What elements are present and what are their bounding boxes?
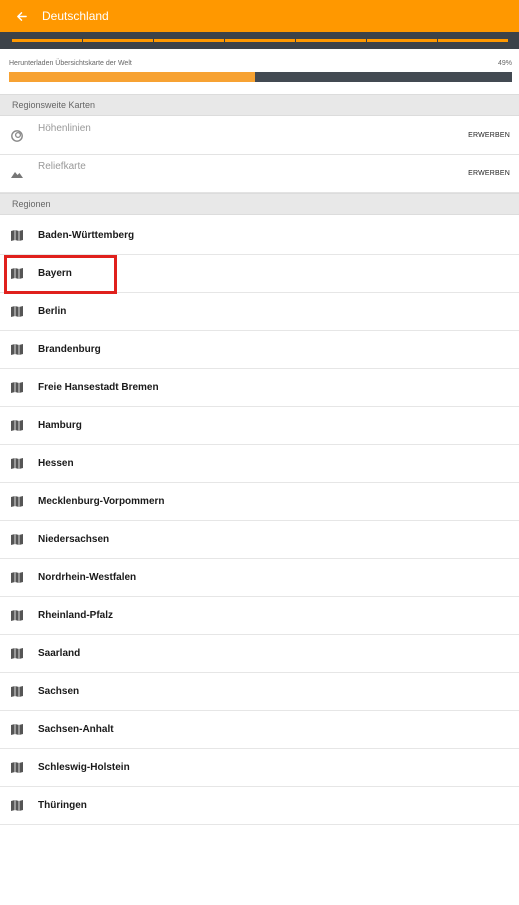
map-icon [11, 648, 23, 659]
region-name: Baden-Württemberg [38, 230, 135, 241]
download-progress-fill [9, 72, 256, 82]
map-icon [11, 800, 23, 811]
region-row[interactable]: Niedersachsen [0, 521, 519, 559]
region-name: Niedersachsen [38, 534, 110, 545]
region-name: Saarland [38, 648, 81, 659]
download-label: Herunterladen Übersichtskarte der Welt [9, 60, 132, 67]
map-row-label: Reliefkarte [38, 161, 86, 172]
map-row-label: Höhenlinien [38, 123, 91, 134]
map-icon [11, 610, 23, 621]
map-icon [11, 420, 23, 431]
map-row-contour-lines[interactable]: Höhenlinien ERWERBEN [0, 117, 519, 155]
download-progress-bar [9, 72, 512, 82]
region-name: Schleswig-Holstein [38, 762, 130, 773]
back-button[interactable] [0, 0, 42, 32]
map-icon [11, 724, 23, 735]
region-name: Rheinland-Pfalz [38, 610, 114, 621]
map-icon [11, 572, 23, 583]
region-row[interactable]: Rheinland-Pfalz [0, 597, 519, 635]
region-row[interactable]: Nordrhein-Westfalen [0, 559, 519, 597]
region-name: Hessen [38, 458, 74, 469]
region-row[interactable]: Hamburg [0, 407, 519, 445]
region-row[interactable]: Baden-Württemberg [0, 217, 519, 255]
app-bar: Deutschland [0, 0, 519, 32]
region-row[interactable]: Schleswig-Holstein [0, 749, 519, 787]
region-row[interactable]: Brandenburg [0, 331, 519, 369]
region-name: Berlin [38, 306, 67, 317]
region-name: Nordrhein-Westfalen [38, 572, 137, 583]
map-icon [11, 344, 23, 355]
map-icon [11, 268, 23, 279]
region-row[interactable]: Thüringen [0, 787, 519, 825]
regions-header: Regionen [0, 193, 519, 215]
download-percent: 49% [497, 60, 512, 67]
map-icon [11, 382, 23, 393]
map-icon [11, 686, 23, 697]
buy-contour-lines-button[interactable]: ERWERBEN [468, 132, 510, 139]
region-row[interactable]: Freie Hansestadt Bremen [0, 369, 519, 407]
download-progress-section: Herunterladen Übersichtskarte der Welt 4… [0, 52, 519, 92]
regional-maps-header-label: Regionsweite Karten [12, 100, 96, 110]
mountain-relief-icon [11, 172, 23, 178]
region-row[interactable]: Mecklenburg-Vorpommern [0, 483, 519, 521]
buy-relief-button[interactable]: ERWERBEN [468, 170, 510, 177]
region-row[interactable]: Bayern [0, 255, 519, 293]
map-row-relief[interactable]: Reliefkarte ERWERBEN [0, 155, 519, 193]
region-name: Sachsen [38, 686, 80, 697]
region-name: Thüringen [38, 800, 87, 811]
region-name: Hamburg [38, 420, 82, 431]
region-row[interactable]: Saarland [0, 635, 519, 673]
region-name: Sachsen-Anhalt [38, 724, 114, 735]
arrow-left-icon [16, 11, 27, 21]
storage-bar [0, 32, 519, 49]
page-title: Deutschland [42, 9, 109, 23]
storage-indicator [12, 39, 508, 42]
contour-lines-icon [11, 130, 23, 142]
regions-header-label: Regionen [12, 199, 51, 209]
map-icon [11, 458, 23, 469]
map-icon [11, 496, 23, 507]
map-icon [11, 306, 23, 317]
region-name: Bayern [38, 268, 72, 279]
region-name: Mecklenburg-Vorpommern [38, 496, 165, 507]
map-icon [11, 230, 23, 241]
region-row[interactable]: Berlin [0, 293, 519, 331]
region-row[interactable]: Sachsen-Anhalt [0, 711, 519, 749]
region-name: Brandenburg [38, 344, 101, 355]
regional-maps-header: Regionsweite Karten [0, 94, 519, 116]
map-icon [11, 762, 23, 773]
region-row[interactable]: Hessen [0, 445, 519, 483]
region-row[interactable]: Sachsen [0, 673, 519, 711]
region-name: Freie Hansestadt Bremen [38, 382, 159, 393]
map-icon [11, 534, 23, 545]
